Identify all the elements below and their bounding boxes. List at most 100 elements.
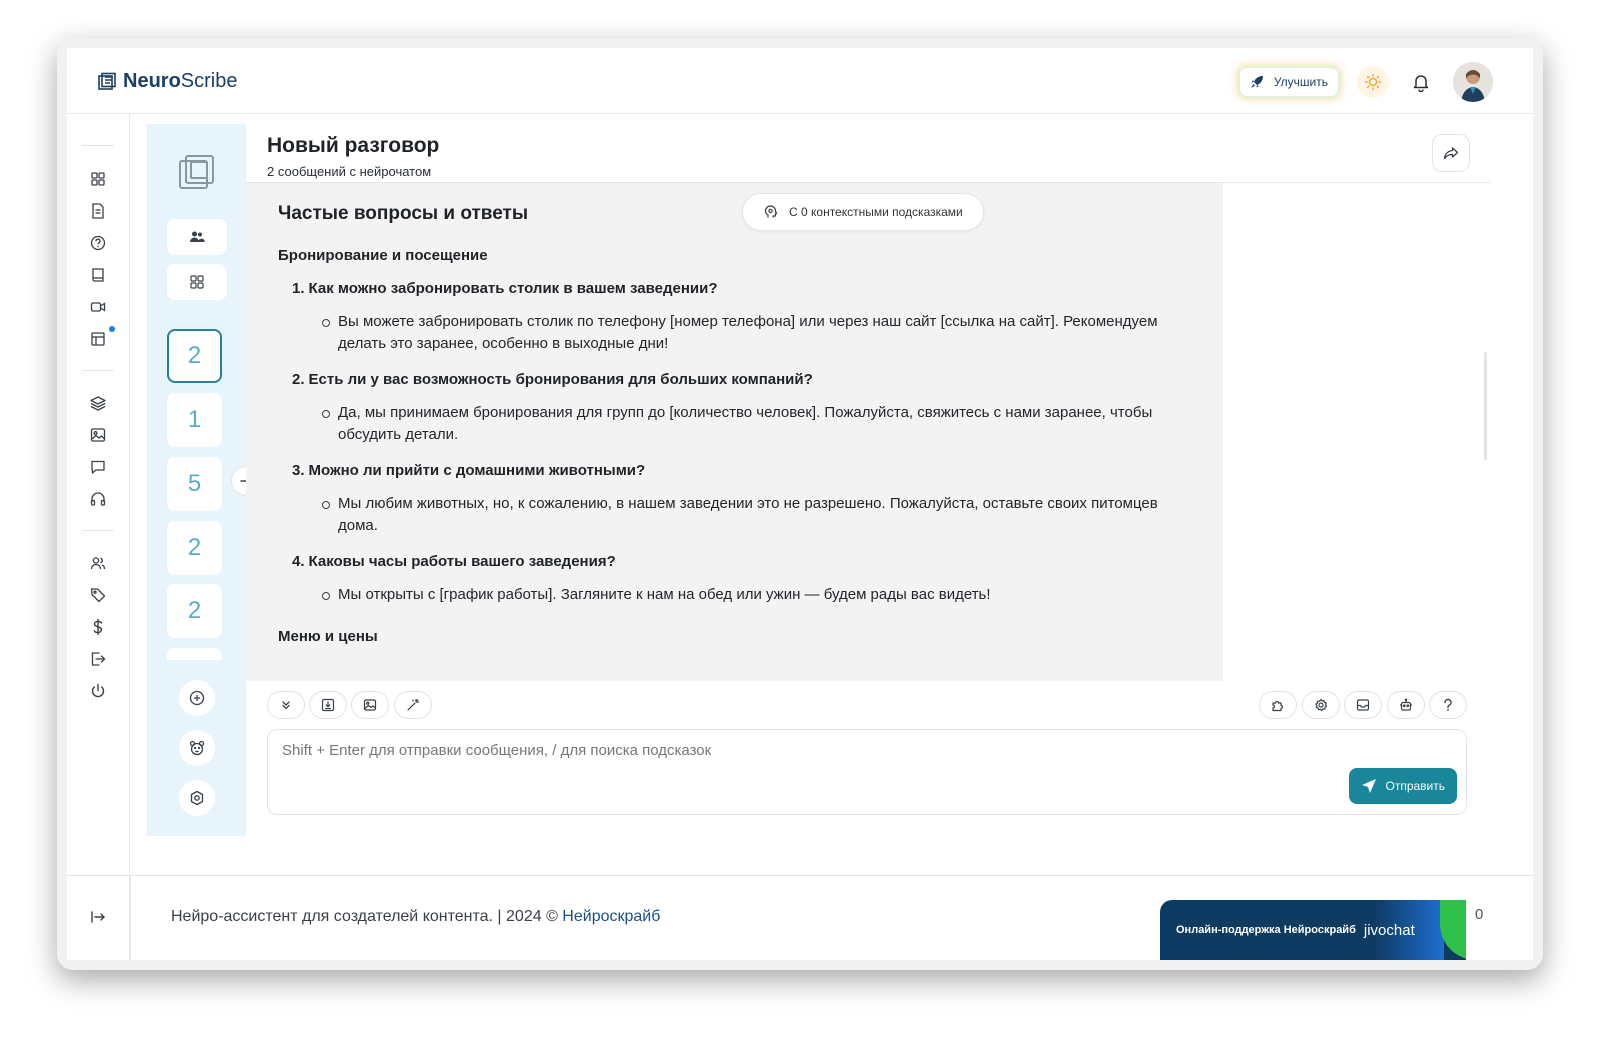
upgrade-button[interactable]: Улучшить	[1238, 67, 1339, 97]
share-icon	[1443, 145, 1459, 161]
assistant-message: Частые вопросы и ответы Бронирование и п…	[278, 203, 1198, 661]
send-button[interactable]: Отправить	[1349, 768, 1457, 804]
message-composer: Отправить	[267, 729, 1467, 815]
headphones-icon[interactable]	[89, 490, 107, 508]
support-label: Онлайн-поддержка Нейроскрайб	[1176, 924, 1356, 936]
chat-settings-button[interactable]	[1302, 691, 1340, 719]
plus-circle-icon	[188, 689, 206, 707]
rail-divider	[82, 145, 114, 146]
support-chat-widget[interactable]: Онлайн-поддержка Нейроскрайб jivochat	[1160, 900, 1466, 960]
rocket-icon	[1250, 75, 1264, 89]
download-box-icon	[321, 698, 335, 712]
chat-icon[interactable]	[89, 458, 107, 476]
grid-icon[interactable]	[89, 170, 107, 188]
share-button[interactable]	[1432, 134, 1470, 172]
scrollbar[interactable]	[1484, 352, 1487, 460]
notifications-button[interactable]	[1407, 68, 1435, 96]
tag-icon[interactable]	[89, 586, 107, 604]
left-rail	[67, 114, 130, 960]
faq-question: 1. Как можно забронировать столик в вашем…	[292, 280, 718, 297]
plugins-button[interactable]	[1259, 691, 1297, 719]
footer-text: Нейро-ассистент для создателей контента.…	[171, 908, 661, 925]
table-icon[interactable]	[89, 330, 107, 348]
message-count: 2	[187, 342, 202, 369]
image-generation-button[interactable]	[351, 691, 389, 719]
message-count: 2	[187, 534, 202, 561]
chat-subtitle: 2 сообщений с нейрочатом	[267, 164, 432, 179]
robot-icon	[1399, 698, 1413, 712]
faq-answer: Мы открыты с [график работы]. Загляните …	[322, 584, 1198, 606]
conversation-card[interactable]	[167, 648, 222, 660]
header-actions: Улучшить	[1238, 62, 1493, 102]
document-icon[interactable]	[89, 202, 107, 220]
section-heading: Меню и цены	[278, 628, 378, 645]
app-root: NeuroScribe Улучшить 2 1 5 2 2 Новый раз…	[67, 48, 1533, 960]
bot-button[interactable]	[1387, 691, 1425, 719]
apps-button[interactable]	[167, 264, 227, 300]
avatar[interactable]	[1453, 62, 1493, 102]
bell-icon	[1411, 72, 1431, 92]
message-input[interactable]	[282, 742, 1342, 759]
scroll-down-button[interactable]	[267, 691, 305, 719]
image-icon[interactable]	[89, 426, 107, 444]
inbox-icon	[1356, 698, 1370, 712]
faq-answer: Мы любим животных, но, к сожалению, в на…	[322, 493, 1198, 537]
power-icon[interactable]	[89, 682, 107, 700]
conversation-card[interactable]: 2	[167, 584, 222, 638]
bot-persona-button[interactable]	[179, 730, 215, 766]
footer-divider	[67, 875, 1533, 876]
conversation-card[interactable]: 5	[167, 457, 222, 511]
footer-rail-divider	[130, 875, 131, 960]
logout-icon[interactable]	[89, 650, 107, 668]
logo-icon	[97, 72, 117, 92]
jivochat-logo: jivochat	[1363, 921, 1415, 939]
new-conversation-button[interactable]	[179, 680, 215, 716]
message-area: Частые вопросы и ответы Бронирование и п…	[246, 183, 1223, 681]
footer-link[interactable]: Нейроскрайб	[562, 908, 660, 925]
faq-question: 4. Каковы часы работы вашего заведения?	[292, 553, 616, 570]
magic-wand-button[interactable]	[394, 691, 432, 719]
magic-wand-icon	[406, 698, 420, 712]
conversations-logo-icon	[177, 152, 217, 192]
users-icon[interactable]	[89, 554, 107, 572]
export-button[interactable]	[309, 691, 347, 719]
brand-logo[interactable]: NeuroScribe	[97, 70, 238, 93]
context-hints-label: С 0 контекстными подсказками	[789, 205, 963, 219]
bear-icon	[188, 739, 206, 757]
chat-panel: Новый разговор 2 сообщений с нейрочатом …	[246, 124, 1490, 836]
composer-toolbar	[246, 681, 1490, 729]
faq-answer: Вы можете забронировать столик по телефо…	[322, 311, 1198, 355]
context-hints-pill[interactable]: С 0 контекстными подсказками	[742, 193, 984, 231]
dollar-icon[interactable]	[89, 618, 107, 636]
book-icon[interactable]	[89, 266, 107, 284]
send-label: Отправить	[1385, 779, 1445, 793]
upgrade-label: Улучшить	[1273, 75, 1328, 89]
team-button[interactable]	[167, 219, 227, 255]
grid-icon	[189, 274, 205, 290]
rail-divider	[82, 530, 114, 531]
conversation-card[interactable]: 2	[167, 329, 222, 383]
conversation-card[interactable]: 1	[167, 393, 222, 447]
app-window: NeuroScribe Улучшить 2 1 5 2 2 Новый раз…	[57, 38, 1543, 970]
message-heading: Частые вопросы и ответы	[278, 203, 529, 224]
theme-toggle-button[interactable]	[1357, 66, 1389, 98]
help-button[interactable]	[1429, 691, 1467, 719]
sun-icon	[1364, 73, 1382, 91]
send-icon	[1361, 778, 1377, 794]
conversation-settings-button[interactable]	[179, 780, 215, 816]
faq-question: 3. Можно ли прийти с домашними животными?	[292, 462, 646, 479]
top-header: NeuroScribe Улучшить	[67, 48, 1533, 114]
message-count: 1	[187, 406, 202, 433]
video-icon[interactable]	[89, 298, 107, 316]
help-circle-icon[interactable]	[89, 234, 107, 252]
settings-hex-icon	[188, 789, 206, 807]
chevrons-down-icon	[280, 699, 292, 711]
conversation-card[interactable]: 2	[167, 521, 222, 575]
image-icon	[363, 698, 377, 712]
page-title: Новый разговор	[267, 134, 440, 157]
inbox-button[interactable]	[1344, 691, 1382, 719]
collapse-sidebar-icon[interactable]	[89, 908, 107, 926]
layers-icon[interactable]	[89, 394, 107, 412]
notification-dot	[109, 326, 115, 332]
faq-answer: Да, мы принимаем бронирования для групп …	[322, 402, 1198, 446]
